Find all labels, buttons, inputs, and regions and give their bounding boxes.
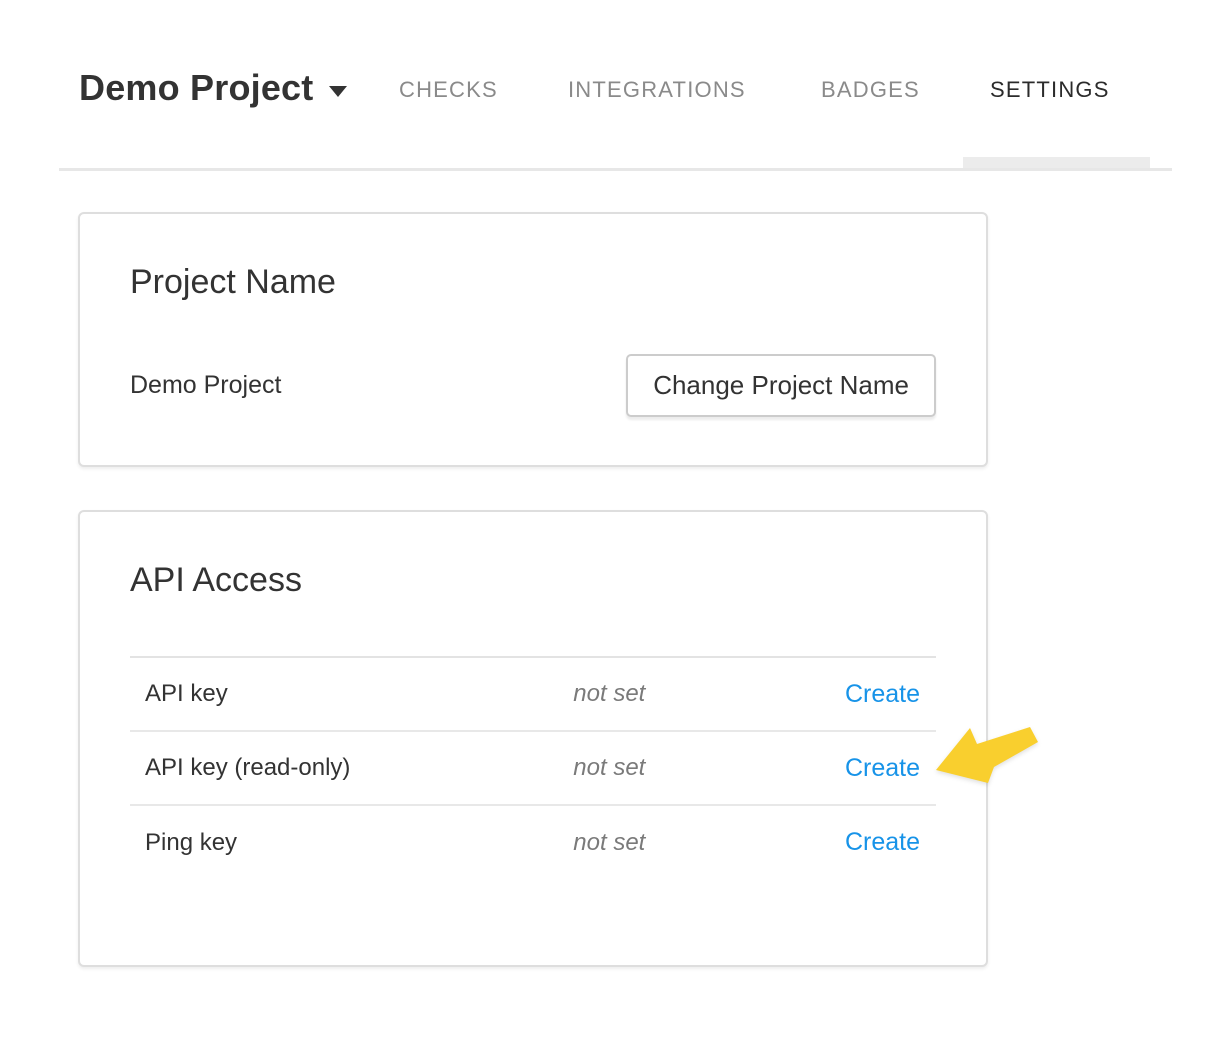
create-api-key-link[interactable]: Create <box>845 680 920 708</box>
project-name-card: Project Name Demo Project Change Project… <box>78 212 988 467</box>
tab-badges[interactable]: BADGES <box>821 77 920 103</box>
ping-key-value: not set <box>573 805 791 879</box>
current-project-name: Demo Project <box>130 371 281 400</box>
tab-checks[interactable]: CHECKS <box>399 77 498 103</box>
project-name-row: Demo Project Change Project Name <box>130 354 936 417</box>
api-key-read-only-value: not set <box>573 731 791 805</box>
tab-integrations[interactable]: INTEGRATIONS <box>568 77 746 103</box>
table-row-api-key-read-only: API key (read-only) not set Create <box>130 731 936 805</box>
api-keys-table: API key not set Create API key (read-onl… <box>130 656 936 879</box>
project-title: Demo Project <box>79 66 313 110</box>
create-ping-key-link[interactable]: Create <box>845 828 920 856</box>
project-switcher-dropdown[interactable]: Demo Project <box>79 66 347 110</box>
settings-page-content: Project Name Demo Project Change Project… <box>78 212 988 967</box>
ping-key-label: Ping key <box>130 805 573 879</box>
change-project-name-button[interactable]: Change Project Name <box>626 354 936 417</box>
create-api-key-read-only-link[interactable]: Create <box>845 754 920 782</box>
api-access-card-title: API Access <box>130 560 936 600</box>
api-key-read-only-label: API key (read-only) <box>130 731 573 805</box>
api-access-card: API Access API key not set Create API ke… <box>78 510 988 967</box>
header-divider <box>59 168 1172 171</box>
chevron-down-icon <box>329 86 347 97</box>
tab-settings[interactable]: SETTINGS <box>990 77 1110 103</box>
api-key-value: not set <box>573 657 791 731</box>
table-row-ping-key: Ping key not set Create <box>130 805 936 879</box>
api-key-label: API key <box>130 657 573 731</box>
project-name-card-title: Project Name <box>130 262 936 302</box>
table-row-api-key: API key not set Create <box>130 657 936 731</box>
